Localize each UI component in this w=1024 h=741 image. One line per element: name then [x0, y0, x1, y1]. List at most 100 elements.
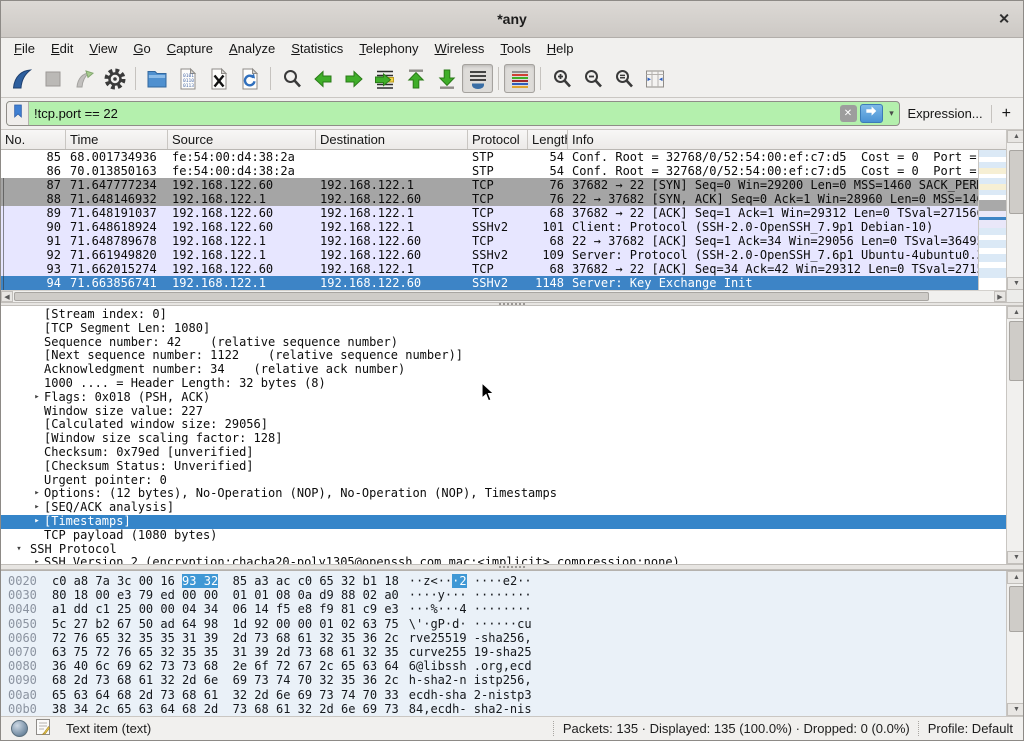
restart-capture-button[interactable]	[68, 64, 99, 93]
expand-icon[interactable]: ▸	[30, 501, 44, 515]
expression-button[interactable]: Expression...	[908, 106, 983, 121]
hex-row[interactable]: 008036 40 6c 69 62 73 73 68 2e 6f 72 67 …	[8, 659, 1006, 673]
filter-history-dropdown[interactable]: ▾	[885, 108, 899, 119]
packet-row[interactable]: 8670.013850163fe:54:00:d4:38:2aSTP54Conf…	[1, 164, 978, 178]
scroll-down-icon[interactable]: ▼	[1007, 277, 1023, 290]
detail-line[interactable]: Window size value: 227	[1, 405, 1006, 419]
filter-clear-button[interactable]: ✕	[840, 105, 857, 122]
menu-go[interactable]: Go	[125, 39, 158, 59]
hex-row[interactable]: 0040a1 dd c1 25 00 00 04 34 06 14 f5 e8 …	[8, 602, 1006, 616]
filter-bookmark-button[interactable]	[7, 102, 29, 125]
detail-line[interactable]: Checksum: 0x79ed [unverified]	[1, 446, 1006, 460]
scroll-down-icon[interactable]: ▼	[1007, 551, 1023, 564]
detail-line[interactable]: [Stream index: 0]	[1, 308, 1006, 322]
hex-row[interactable]: 006072 76 65 32 35 35 31 39 2d 73 68 61 …	[8, 631, 1006, 645]
add-filter-button[interactable]: +	[1000, 105, 1018, 123]
filter-apply-button[interactable]	[860, 104, 883, 123]
menu-edit[interactable]: Edit	[43, 39, 81, 59]
hex-vscrollbar[interactable]: ▲ ▼	[1006, 571, 1023, 716]
expand-icon[interactable]: ▸	[30, 391, 44, 405]
menu-tools[interactable]: Tools	[492, 39, 538, 59]
hscroll-thumb[interactable]	[14, 292, 929, 301]
auto-scroll-button[interactable]	[462, 64, 493, 93]
menu-statistics[interactable]: Statistics	[283, 39, 351, 59]
column-header-length[interactable]: Length	[528, 130, 568, 149]
detail-line[interactable]: [Next sequence number: 1122 (relative se…	[1, 349, 1006, 363]
hex-row[interactable]: 009068 2d 73 68 61 32 2d 6e 69 73 74 70 …	[8, 673, 1006, 687]
detail-line[interactable]: Acknowledgment number: 34 (relative ack …	[1, 363, 1006, 377]
zoom-reset-button[interactable]	[608, 64, 639, 93]
vscroll-thumb[interactable]	[1009, 586, 1023, 632]
vscroll-thumb[interactable]	[1009, 321, 1023, 381]
packet-row[interactable]: 8568.001734936fe:54:00:d4:38:2aSTP54Conf…	[1, 150, 978, 164]
expert-info-icon[interactable]	[11, 720, 28, 737]
resize-columns-button[interactable]	[639, 64, 670, 93]
expand-icon[interactable]: ▸	[30, 487, 44, 501]
close-button[interactable]: ✕	[998, 11, 1010, 28]
detail-line[interactable]: ▸Options: (12 bytes), No-Operation (NOP)…	[1, 487, 1006, 501]
go-to-packet-button[interactable]	[369, 64, 400, 93]
detail-line[interactable]: ▸[Timestamps]	[1, 515, 1006, 529]
column-header-time[interactable]: Time	[66, 130, 168, 149]
packet-row[interactable]: 9271.661949820192.168.122.1192.168.122.6…	[1, 248, 978, 262]
hex-row[interactable]: 003080 18 00 e3 79 ed 00 00 01 01 08 0a …	[8, 588, 1006, 602]
detail-line[interactable]: [Calculated window size: 29056]	[1, 418, 1006, 432]
save-file-button[interactable]: 010101100113	[172, 64, 203, 93]
detail-vscrollbar[interactable]: ▲ ▼	[1006, 306, 1023, 564]
capture-comment-icon[interactable]	[36, 719, 50, 738]
menu-analyze[interactable]: Analyze	[221, 39, 283, 59]
find-packet-button[interactable]	[276, 64, 307, 93]
zoom-in-button[interactable]	[546, 64, 577, 93]
packet-row[interactable]: 9071.648618924192.168.122.60192.168.122.…	[1, 220, 978, 234]
packet-minimap[interactable]	[978, 150, 1007, 290]
zoom-out-button[interactable]	[577, 64, 608, 93]
packet-row[interactable]: 8771.647777234192.168.122.60192.168.122.…	[1, 178, 978, 192]
hex-row[interactable]: 00505c 27 b2 67 50 ad 64 98 1d 92 00 00 …	[8, 617, 1006, 631]
go-forward-button[interactable]	[338, 64, 369, 93]
detail-line[interactable]: 1000 .... = Header Length: 32 bytes (8)	[1, 377, 1006, 391]
detail-line[interactable]: [Window size scaling factor: 128]	[1, 432, 1006, 446]
packet-list-vscrollbar[interactable]: ▲ ▼	[1006, 130, 1023, 302]
detail-line[interactable]: [TCP Segment Len: 1080]	[1, 322, 1006, 336]
menu-telephony[interactable]: Telephony	[351, 39, 426, 59]
detail-line[interactable]: ▸[SEQ/ACK analysis]	[1, 501, 1006, 515]
scroll-down-icon[interactable]: ▼	[1007, 703, 1023, 716]
scroll-up-icon[interactable]: ▲	[1007, 306, 1023, 319]
detail-line[interactable]: ▸SSH Version 2 (encryption:chacha20-poly…	[1, 556, 1006, 564]
expand-icon[interactable]: ▸	[30, 515, 44, 529]
go-back-button[interactable]	[307, 64, 338, 93]
packet-row[interactable]: 9171.648789678192.168.122.1192.168.122.6…	[1, 234, 978, 248]
scroll-up-icon[interactable]: ▲	[1007, 571, 1023, 584]
collapse-icon[interactable]: ▾	[8, 543, 30, 557]
open-file-button[interactable]	[141, 64, 172, 93]
column-header-destination[interactable]: Destination	[316, 130, 468, 149]
hex-row[interactable]: 00b038 34 2c 65 63 64 68 2d 73 68 61 32 …	[8, 702, 1006, 716]
packet-list-hscrollbar[interactable]: ◀ ▶	[1, 290, 1006, 302]
stop-capture-button[interactable]	[37, 64, 68, 93]
go-first-button[interactable]	[400, 64, 431, 93]
scroll-left-icon[interactable]: ◀	[1, 291, 13, 302]
packet-row[interactable]: 8971.648191037192.168.122.60192.168.122.…	[1, 206, 978, 220]
column-header-source[interactable]: Source	[168, 130, 316, 149]
packet-row[interactable]: 9471.663856741192.168.122.1192.168.122.6…	[1, 276, 978, 290]
colorize-button[interactable]	[504, 64, 535, 93]
menu-help[interactable]: Help	[539, 39, 582, 59]
menu-wireless[interactable]: Wireless	[427, 39, 493, 59]
column-header-info[interactable]: Info	[568, 130, 1006, 149]
detail-line[interactable]: TCP payload (1080 bytes)	[1, 529, 1006, 543]
detail-line[interactable]: Sequence number: 42 (relative sequence n…	[1, 336, 1006, 350]
detail-line[interactable]: ▸Flags: 0x018 (PSH, ACK)	[1, 391, 1006, 405]
menu-view[interactable]: View	[81, 39, 125, 59]
scroll-up-icon[interactable]: ▲	[1007, 130, 1023, 143]
vscroll-thumb[interactable]	[1009, 150, 1023, 214]
go-last-button[interactable]	[431, 64, 462, 93]
capture-options-button[interactable]	[99, 64, 130, 93]
hex-row[interactable]: 007063 75 72 76 65 32 35 35 31 39 2d 73 …	[8, 645, 1006, 659]
hex-row[interactable]: 0020c0 a8 7a 3c 00 16 93 32 85 a3 ac c0 …	[8, 574, 1006, 588]
detail-line[interactable]: ▾SSH Protocol	[1, 543, 1006, 557]
menu-file[interactable]: File	[6, 39, 43, 59]
detail-line[interactable]: [Checksum Status: Unverified]	[1, 460, 1006, 474]
profile-status[interactable]: Profile: Default	[928, 721, 1013, 736]
hex-row[interactable]: 00a065 63 64 68 2d 73 68 61 32 2d 6e 69 …	[8, 688, 1006, 702]
titlebar[interactable]: *any ✕	[1, 1, 1023, 38]
